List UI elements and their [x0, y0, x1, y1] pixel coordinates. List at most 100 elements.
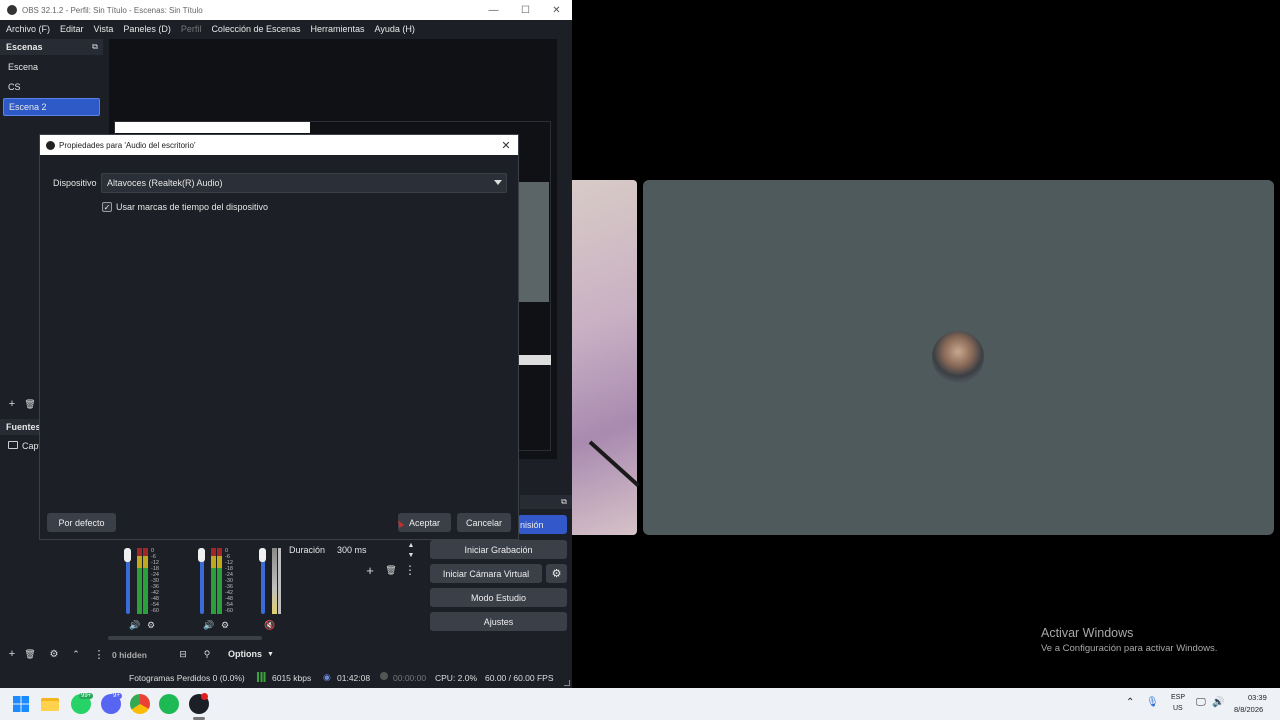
device-select[interactable]: Altavoces (Realtek(R) Audio)	[101, 173, 507, 193]
whatsapp-badge: 99+	[79, 693, 94, 699]
accept-button-label: Aceptar	[408, 517, 441, 528]
mixer-options-dropdown[interactable]: Options ▼	[222, 646, 280, 662]
audio-level-meter-2	[211, 548, 216, 614]
defaults-button-label: Por defecto	[58, 517, 105, 528]
dialog-close-icon[interactable]: ✕	[498, 137, 514, 153]
hidden-sources-count: 0 hidden	[112, 650, 147, 660]
scenes-title: Escenas	[6, 42, 43, 52]
speaker-icon[interactable]: 🔊	[128, 618, 142, 632]
menu-archivo[interactable]: Archivo (F)	[6, 24, 50, 34]
obs-window: OBS 32.1.2 - Perfil: Sin Título - Escena…	[0, 0, 572, 688]
audio-settings-icon[interactable]: ⚙	[144, 618, 158, 632]
recording-indicator-icon	[201, 693, 208, 700]
chrome-icon[interactable]	[130, 694, 150, 714]
device-timestamps-label[interactable]: Usar marcas de tiempo del dispositivo	[116, 202, 268, 212]
muted-speaker-icon[interactable]: 🔇	[263, 618, 277, 632]
properties-dialog: Propiedades para 'Audio del escritorio' …	[39, 134, 519, 540]
db-tick: -60	[151, 608, 159, 614]
db-scale-2: 0 -6 -12 -18 -24 -30 -36 -42 -48 -54 -60	[225, 548, 233, 614]
dock-undock-icon[interactable]: ⧉	[88, 40, 102, 54]
virtual-camera-settings-gear-icon[interactable]: ⚙	[546, 564, 567, 583]
menu-perfil: Perfil	[180, 24, 202, 34]
cpu-usage: CPU: 2.0%	[435, 673, 478, 683]
speaker-icon[interactable]: 🔊	[202, 618, 216, 632]
maximize-button[interactable]: ☐	[510, 0, 541, 20]
remove-source-icon[interactable]: 🗑	[23, 647, 37, 661]
dialog-titlebar: Propiedades para 'Audio del escritorio' …	[40, 135, 518, 155]
scene-item-cs[interactable]: CS	[3, 78, 100, 96]
defaults-button[interactable]: Por defecto	[47, 513, 116, 532]
menu-ayuda[interactable]: Ayuda (H)	[375, 24, 415, 34]
menu-herramientas[interactable]: Herramientas	[311, 24, 365, 34]
scene-item-escena[interactable]: Escena	[3, 58, 100, 76]
remove-scene-icon[interactable]: 🗑	[23, 397, 37, 411]
audio-level-meter-1b	[143, 548, 148, 614]
move-up-icon[interactable]: ⌃	[69, 647, 83, 661]
audio-settings-icon[interactable]: ⚙	[218, 618, 232, 632]
volume-fader-knob-1[interactable]	[124, 548, 131, 562]
activate-windows-subtitle: Ve a Configuración para activar Windows.	[1041, 643, 1218, 654]
stream-time: 01:42:08	[337, 673, 371, 683]
transition-more-icon[interactable]: ⋮	[403, 563, 417, 577]
duration-value: 300 ms	[337, 544, 367, 555]
add-scene-icon[interactable]: +	[5, 397, 19, 411]
obs-app-icon	[46, 140, 55, 150]
scene-item-escena-2[interactable]: Escena 2	[3, 98, 100, 116]
menu-vista[interactable]: Vista	[94, 24, 114, 34]
minimize-button[interactable]: —	[478, 0, 509, 20]
volume-fader-knob-3[interactable]	[259, 548, 266, 562]
clock-time[interactable]: 03:39	[1248, 693, 1267, 702]
start-virtual-camera-button[interactable]: Iniciar Cámara Virtual	[430, 564, 542, 583]
volume-icon[interactable]: 🔊	[1212, 697, 1224, 708]
activate-windows-title: Activar Windows	[1041, 626, 1134, 640]
add-transition-icon[interactable]: +	[363, 563, 377, 578]
volume-fader-knob-2[interactable]	[198, 548, 205, 562]
bitrate: 6015 kbps	[272, 673, 312, 683]
settings-button[interactable]: Ajustes	[430, 612, 567, 631]
discord-badge: 9+	[111, 693, 122, 699]
chevron-down-icon: ▼	[267, 650, 274, 658]
add-source-icon[interactable]: +	[5, 647, 19, 661]
resize-grip-icon[interactable]	[564, 680, 570, 686]
menu-paneles[interactable]: Paneles (D)	[123, 24, 171, 34]
db-tick: -60	[225, 608, 233, 614]
microphone-icon[interactable]: 🎙	[1146, 697, 1159, 708]
language-indicator-top[interactable]: ESP	[1171, 694, 1185, 701]
spin-down-icon[interactable]: ▼	[404, 548, 418, 562]
chevron-up-icon[interactable]: ⌃	[1126, 697, 1134, 708]
language-indicator-bottom[interactable]: US	[1173, 705, 1183, 712]
scene-item-label: CS	[8, 82, 21, 92]
participant-avatar	[932, 331, 984, 383]
start-virtual-camera-label: Iniciar Cámara Virtual	[442, 568, 530, 579]
audio-level-meter-1	[137, 548, 142, 614]
start-stream-button[interactable]: nisión	[518, 515, 567, 534]
signal-strength-icon	[257, 672, 267, 682]
device-timestamps-checkbox[interactable]: ✓	[102, 202, 112, 212]
accept-button[interactable]: Aceptar	[398, 513, 451, 532]
mixer-layout-icon[interactable]: ⊟	[176, 647, 190, 661]
menu-editar[interactable]: Editar	[60, 24, 84, 34]
preview-taskbar-thumbnail	[519, 355, 551, 365]
studio-mode-button[interactable]: Modo Estudio	[430, 588, 567, 607]
settings-label: Ajustes	[483, 616, 514, 627]
windows-start-icon[interactable]	[11, 694, 31, 714]
spotify-icon[interactable]	[159, 694, 179, 714]
studio-mode-label: Modo Estudio	[470, 592, 527, 603]
clock-date[interactable]: 8/8/2026	[1234, 705, 1263, 714]
scene-item-label: Escena 2	[9, 102, 47, 112]
remove-transition-icon[interactable]: 🗑	[384, 563, 398, 577]
file-explorer-icon[interactable]	[40, 695, 60, 715]
cancel-button[interactable]: Cancelar	[457, 513, 511, 532]
scene-item-label: Escena	[8, 62, 39, 72]
start-recording-button[interactable]: Iniciar Grabación	[430, 540, 567, 559]
db-scale-1: 0 -6 -12 -18 -24 -30 -36 -42 -48 -54 -60	[151, 548, 159, 614]
mixer-options-label: Options	[228, 649, 263, 659]
menu-coleccion-escenas[interactable]: Colección de Escenas	[211, 24, 300, 34]
dock-undock-icon[interactable]: ⧉	[557, 495, 571, 509]
network-icon[interactable]: 🖵	[1196, 697, 1206, 708]
advanced-audio-icon[interactable]: ⚲	[200, 647, 214, 661]
source-more-icon[interactable]: ⋮	[92, 647, 106, 661]
source-properties-gear-icon[interactable]: ⚙	[47, 647, 61, 661]
close-button[interactable]: ✕	[541, 0, 572, 20]
mixer-scrollbar[interactable]	[108, 636, 262, 640]
